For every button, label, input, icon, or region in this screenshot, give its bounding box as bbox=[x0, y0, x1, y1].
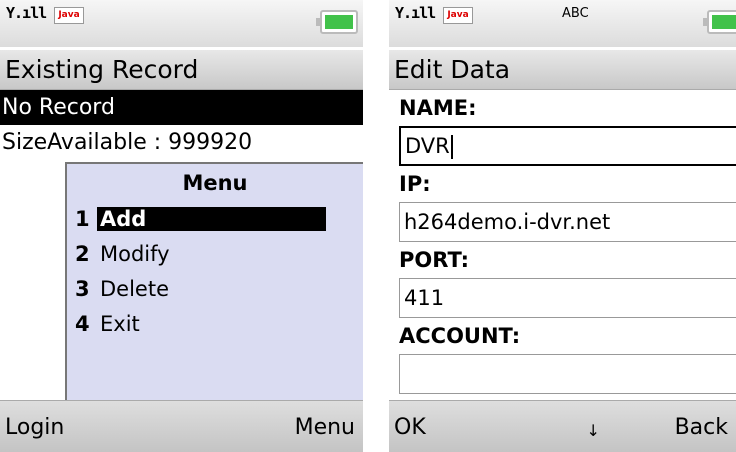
menu-title: Menu bbox=[182, 171, 248, 195]
down-arrow-icon: ↓ bbox=[586, 421, 600, 440]
menu-item-label: Exit bbox=[100, 312, 140, 336]
menu-item-label: Modify bbox=[100, 242, 170, 266]
java-icon: Java bbox=[54, 7, 84, 24]
menu-item-number: 4 bbox=[75, 312, 90, 336]
softkey-menu[interactable]: Menu bbox=[295, 415, 355, 440]
menu-item-add[interactable]: 1 Add bbox=[67, 202, 363, 237]
softkey-ok[interactable]: OK bbox=[394, 415, 426, 440]
record-list: No Record SizeAvailable : 999920 bbox=[0, 90, 363, 160]
record-row-no-record[interactable]: No Record bbox=[0, 90, 363, 125]
softkey-bar: OK ↓ Back bbox=[389, 400, 736, 452]
screen-title: Edit Data bbox=[389, 50, 736, 90]
size-available-text: SizeAvailable : 999920 bbox=[2, 130, 253, 155]
account-label: ACCOUNT: bbox=[399, 324, 521, 348]
options-menu: Menu 1 Add 2 Modify 3 Delete 4 Exit bbox=[65, 162, 363, 400]
battery-icon bbox=[703, 10, 736, 34]
java-icon: Java bbox=[443, 7, 473, 24]
menu-item-label: Add bbox=[97, 207, 327, 231]
softkey-bar: Login Menu bbox=[0, 400, 363, 452]
softkey-back[interactable]: Back bbox=[675, 415, 728, 440]
menu-item-label: Delete bbox=[100, 277, 169, 301]
menu-item-number: 1 bbox=[75, 207, 90, 231]
menu-item-modify[interactable]: 2 Modify bbox=[67, 237, 363, 272]
input-mode-indicator: ABC bbox=[562, 6, 589, 21]
name-field[interactable]: DVR bbox=[399, 126, 736, 166]
menu-item-delete[interactable]: 3 Delete bbox=[67, 272, 363, 307]
signal-icon: Y.ıll bbox=[395, 4, 436, 22]
softkey-login[interactable]: Login bbox=[5, 415, 64, 440]
menu-item-exit[interactable]: 4 Exit bbox=[67, 307, 363, 342]
signal-icon: Y.ıll bbox=[6, 4, 47, 22]
status-bar: Y.ıll Java bbox=[0, 0, 363, 47]
menu-item-number: 3 bbox=[75, 277, 90, 301]
phone-screen-existing-record: Y.ıll Java Existing Record No Record Siz… bbox=[0, 0, 363, 452]
account-field[interactable] bbox=[399, 354, 736, 394]
battery-icon bbox=[316, 10, 358, 34]
screen-title: Existing Record bbox=[0, 50, 363, 90]
phone-screen-edit-data: Y.ıll Java ABC Edit Data NAME: DVR IP: h… bbox=[389, 0, 736, 452]
name-label: NAME: bbox=[399, 96, 477, 120]
port-label: PORT: bbox=[399, 248, 470, 272]
ip-label: IP: bbox=[399, 172, 431, 196]
menu-item-number: 2 bbox=[75, 242, 90, 266]
edit-form: NAME: DVR IP: h264demo.i-dvr.net PORT: 4… bbox=[389, 90, 736, 400]
status-bar: Y.ıll Java ABC bbox=[389, 0, 736, 47]
ip-field[interactable]: h264demo.i-dvr.net bbox=[399, 202, 736, 242]
port-field[interactable]: 411 bbox=[399, 278, 736, 318]
